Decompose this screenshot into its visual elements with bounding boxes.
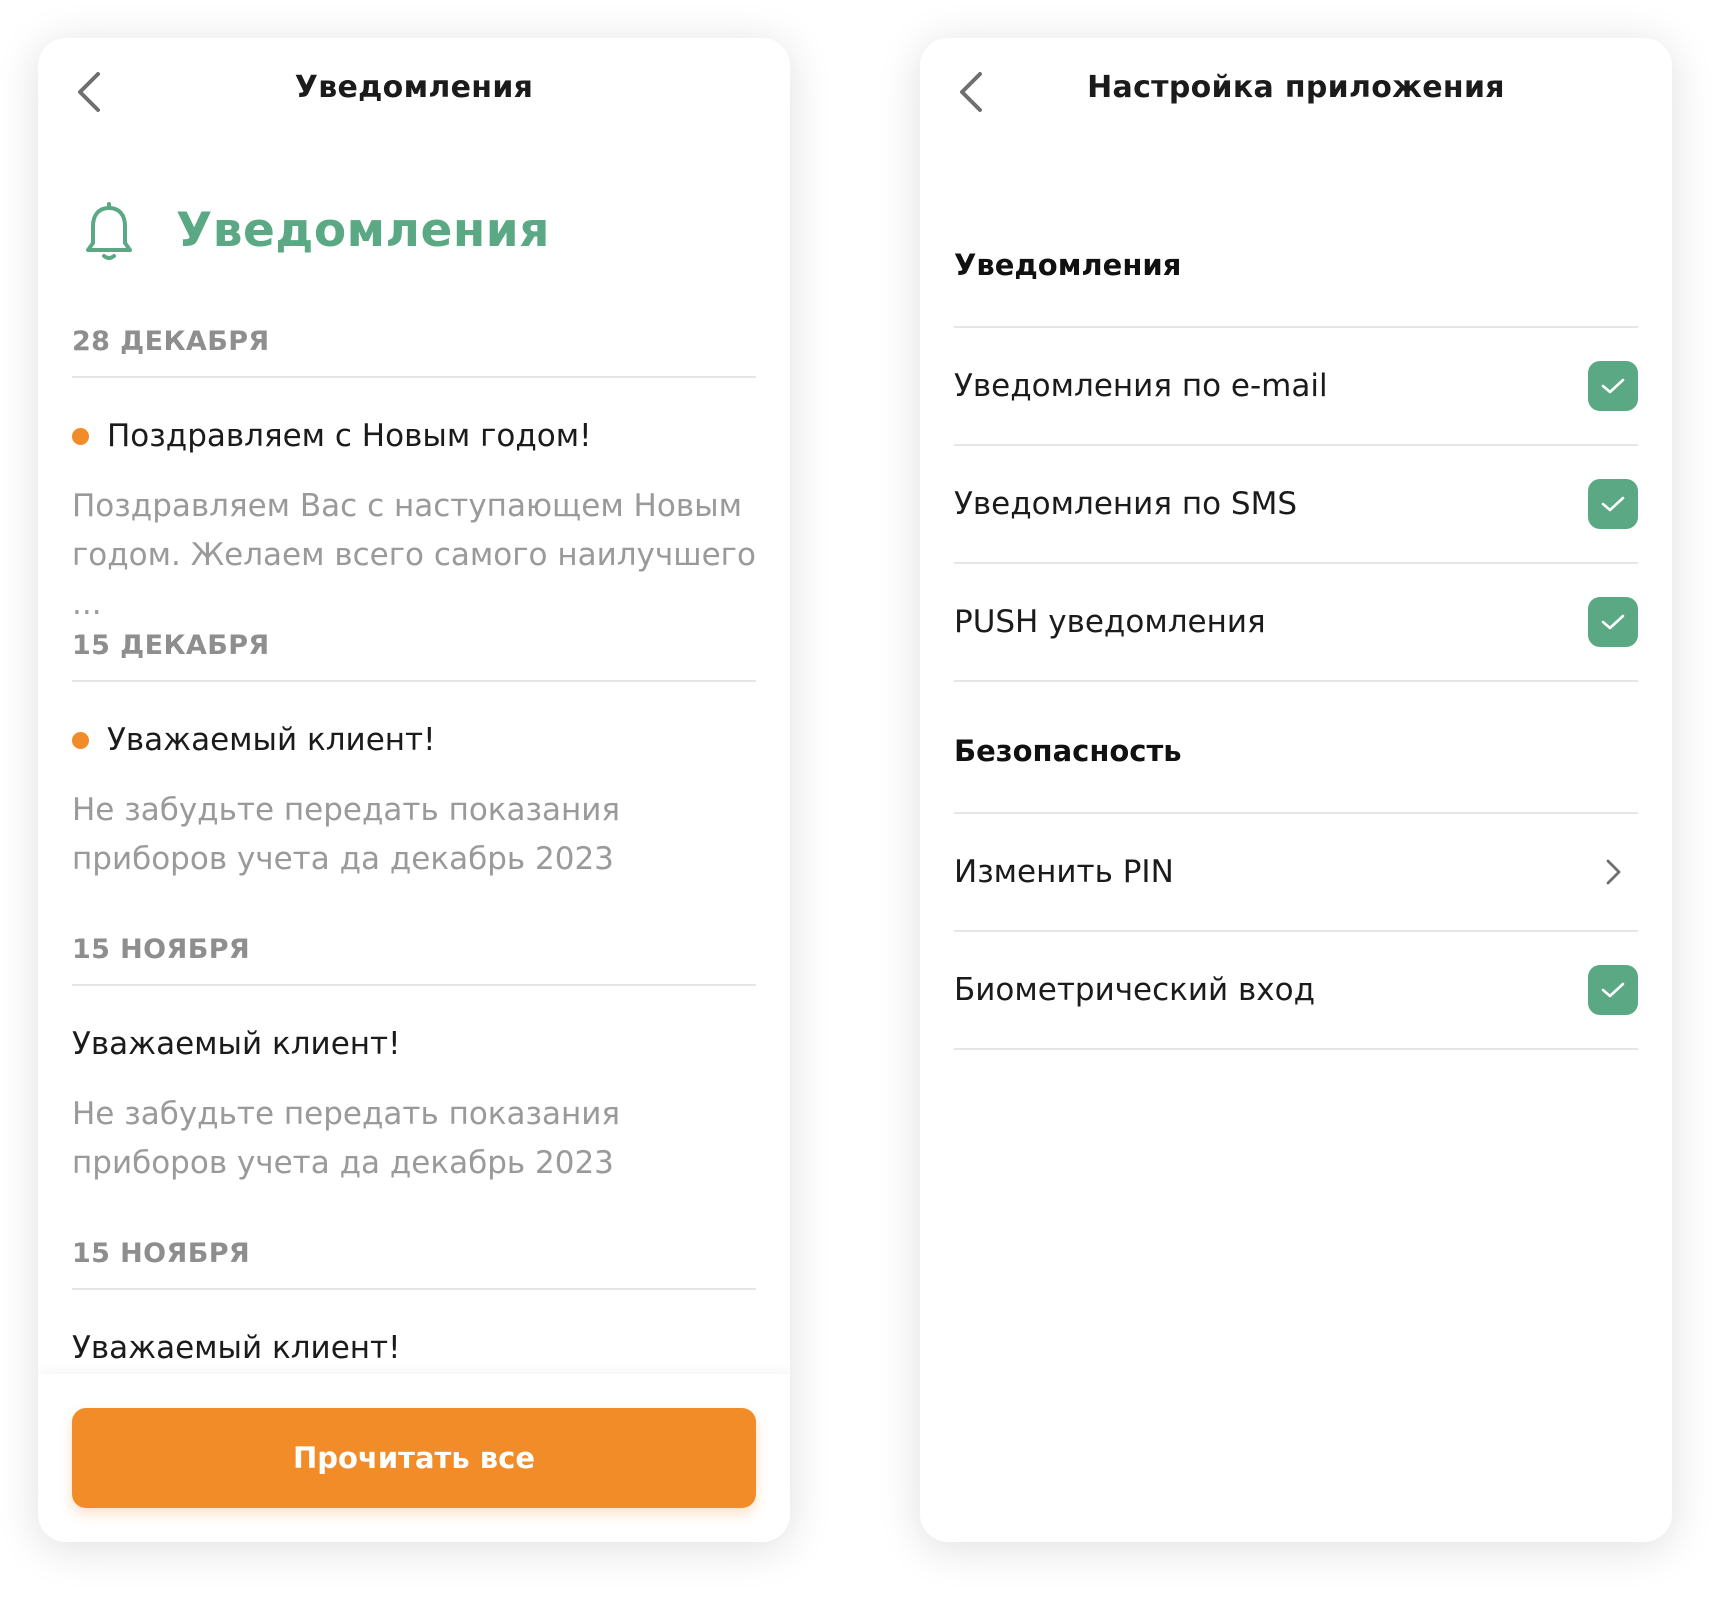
setting-sms-notifications[interactable]: Уведомления по SMS	[954, 446, 1638, 564]
read-all-button[interactable]: Прочитать все	[72, 1408, 756, 1508]
checkmark-icon	[1601, 378, 1625, 394]
notifications-screen: Уведомления Уведомления 28 ДЕКАБРЯ Поздр…	[38, 38, 790, 1542]
sms-notifications-checkbox[interactable]	[1588, 479, 1638, 529]
checkmark-icon	[1601, 614, 1625, 630]
chevron-right-icon	[1606, 859, 1621, 885]
notification-body: Не забудьте передать показания приборов …	[72, 792, 621, 877]
notification-title: Уважаемый клиент!	[107, 722, 436, 758]
push-notifications-checkbox[interactable]	[1588, 597, 1638, 647]
notification-title-row: Поздравляем с Новым годом!	[72, 416, 756, 456]
top-bar: Уведомления	[38, 38, 790, 138]
setting-email-notifications[interactable]: Уведомления по e-mail	[954, 328, 1638, 446]
notification-item[interactable]: Поздравляем с Новым годом! Поздравляем В…	[72, 378, 756, 622]
date-header: 28 ДЕКАБРЯ	[72, 318, 756, 378]
setting-biometric-login[interactable]: Биометрический вход	[954, 932, 1638, 1050]
date-header: 15 НОЯБРЯ	[72, 1230, 756, 1290]
bell-icon	[86, 202, 132, 260]
setting-label: Уведомления по SMS	[954, 486, 1298, 522]
notification-title: Уважаемый клиент!	[72, 1330, 401, 1366]
section-title-security: Безопасность	[954, 682, 1638, 814]
notification-feed[interactable]: 28 ДЕКАБРЯ Поздравляем с Новым годом! По…	[72, 318, 756, 1534]
notification-group: 28 ДЕКАБРЯ Поздравляем с Новым годом! По…	[72, 318, 756, 622]
settings-list: Уведомления Уведомления по e-mail Уведом…	[954, 196, 1638, 1050]
hero-title: Уведомления	[176, 202, 550, 258]
unread-dot-icon	[72, 731, 89, 749]
notifications-hero: Уведомления	[80, 190, 550, 270]
notification-title: Поздравляем с Новым годом!	[107, 418, 592, 454]
notification-group: 15 ДЕКАБРЯ Уважаемый клиент! Не забудьте…	[72, 622, 756, 926]
checkmark-icon	[1601, 982, 1625, 998]
email-notifications-checkbox[interactable]	[1588, 361, 1638, 411]
notification-body: Поздравляем Вас с наступающем Новым годо…	[72, 488, 756, 622]
setting-label: Уведомления по e-mail	[954, 368, 1328, 404]
checkmark-icon	[1601, 496, 1625, 512]
notification-title-row: Уважаемый клиент!	[72, 1024, 756, 1064]
top-bar: Настройка приложения	[920, 38, 1672, 138]
notification-title-row: Уважаемый клиент!	[72, 1328, 756, 1368]
setting-push-notifications[interactable]: PUSH уведомления	[954, 564, 1638, 682]
date-header: 15 НОЯБРЯ	[72, 926, 756, 986]
notification-group: 15 НОЯБРЯ Уважаемый клиент! Не забудьте …	[72, 926, 756, 1230]
footer-bar: Прочитать все	[38, 1374, 790, 1542]
date-header: 15 ДЕКАБРЯ	[72, 622, 756, 682]
setting-change-pin[interactable]: Изменить PIN	[954, 814, 1638, 932]
section-title-notifications: Уведомления	[954, 196, 1638, 328]
notification-item[interactable]: Уважаемый клиент! Не забудьте передать п…	[72, 986, 756, 1230]
setting-label: PUSH уведомления	[954, 604, 1266, 640]
biometric-login-checkbox[interactable]	[1588, 965, 1638, 1015]
page-title: Настройка приложения	[1087, 70, 1505, 105]
setting-label: Биометрический вход	[954, 972, 1316, 1008]
notification-title-row: Уважаемый клиент!	[72, 720, 756, 760]
page-title: Уведомления	[294, 70, 534, 105]
setting-label: Изменить PIN	[954, 854, 1174, 890]
notification-body: Не забудьте передать показания приборов …	[72, 1096, 621, 1181]
notification-title: Уважаемый клиент!	[72, 1026, 401, 1062]
settings-screen: Настройка приложения Уведомления Уведомл…	[920, 38, 1672, 1542]
unread-dot-icon	[72, 427, 89, 445]
notification-item[interactable]: Уважаемый клиент! Не забудьте передать п…	[72, 682, 756, 926]
